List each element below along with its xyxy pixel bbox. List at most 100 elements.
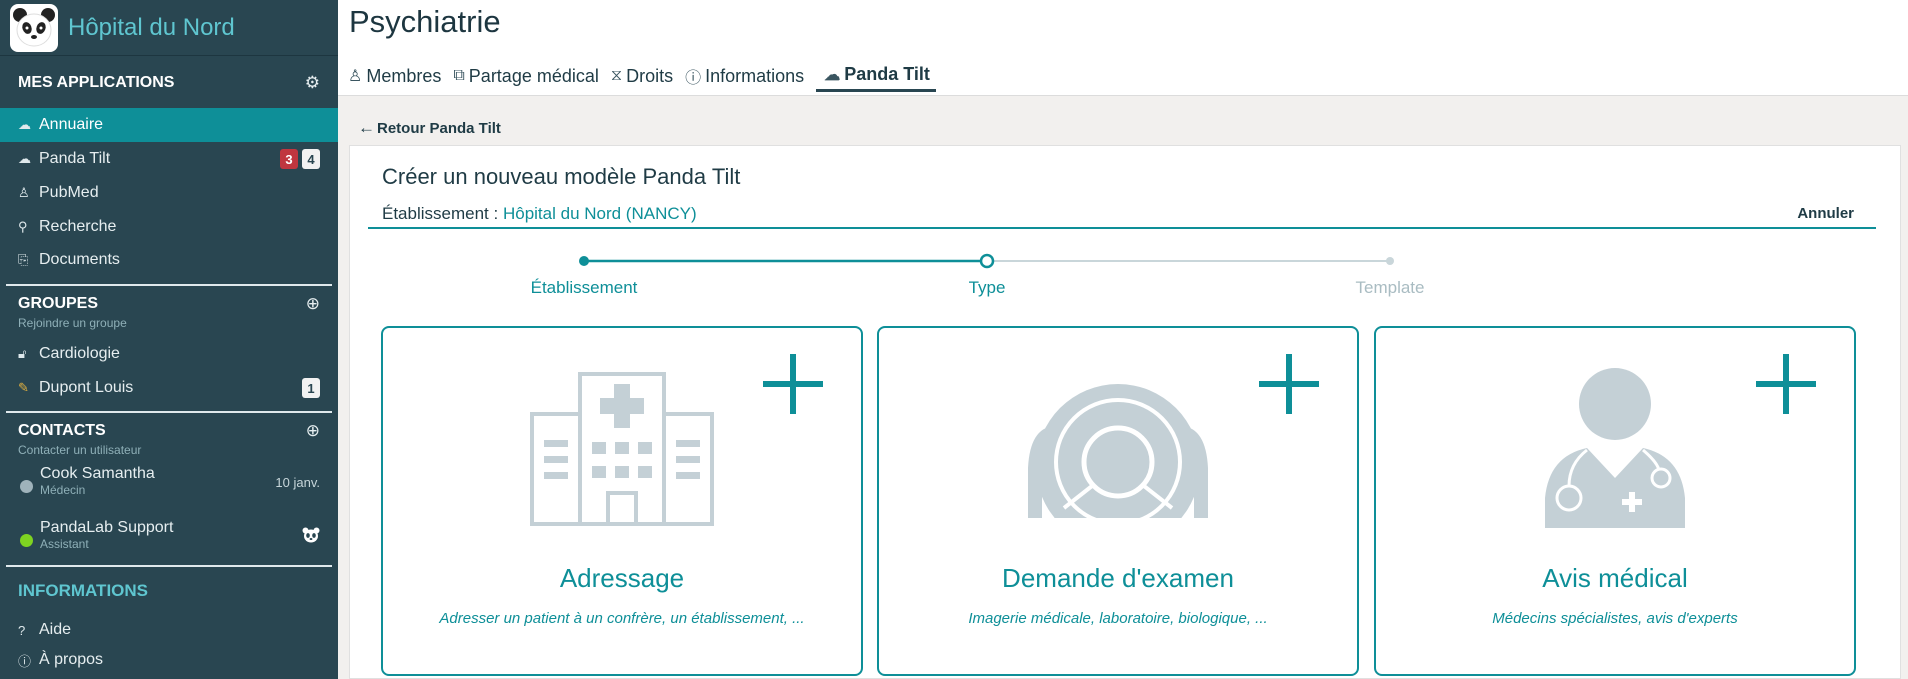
card-description: Adresser un patient à un confrère, un ét… [439, 610, 805, 627]
sidebar-item-label: À propos [39, 651, 104, 668]
sidebar-item-label: Documents [39, 251, 120, 268]
tab-informations[interactable]: ⓘ Informations [685, 60, 814, 92]
contact-role: Assistant [40, 537, 89, 551]
add-circle-icon[interactable]: ⊕ [306, 421, 320, 441]
step-label-type[interactable]: Type [969, 278, 1006, 298]
info-icon: ⓘ [685, 70, 702, 87]
sidebar-item-label: Recherche [39, 218, 117, 235]
tab-label: Droits [626, 65, 674, 86]
unread-badge: 3 [280, 149, 298, 169]
scanner-icon [1022, 384, 1214, 528]
contact-last-seen: 10 janv. [275, 475, 320, 490]
sidebar-item-pubmed[interactable]: ♙ PubMed [0, 176, 338, 210]
apps-header-label: MES APPLICATIONS [18, 74, 175, 91]
groups-header-label: GROUPES [18, 295, 99, 312]
panda-avatar-icon [302, 527, 320, 546]
hospital-building-icon [530, 372, 714, 526]
card-adressage[interactable]: Adressage Adresser un patient à un confr… [381, 326, 863, 676]
contact-name: PandaLab Support [40, 519, 174, 536]
contacts-sub[interactable]: Contacter un utilisateur [0, 443, 141, 457]
step-dot-etablissement[interactable] [579, 256, 589, 266]
sidebar-item-label: Panda Tilt [39, 150, 111, 167]
sidebar-divider [6, 284, 332, 286]
copy-icon: ⧉ [453, 67, 465, 84]
sidebar-item-documents[interactable]: ⎘ Documents [0, 243, 338, 277]
step-label-etablissement[interactable]: Établissement [531, 278, 638, 298]
tab-droits[interactable]: ⧖ Droits [611, 60, 683, 92]
cloud-icon: ☁ [18, 117, 31, 132]
contact-item-pandalab-support[interactable]: PandaLab Support Assistant [0, 517, 338, 563]
dna-icon: ⧖ [610, 67, 623, 84]
count-badge: 1 [302, 378, 320, 398]
tab-label: Partage médical [468, 65, 599, 86]
tab-label: Membres [366, 65, 442, 86]
sidebar-item-cardiologie[interactable]: 🔓︎ Cardiologie [0, 337, 338, 371]
sidebar-item-aide[interactable]: ? Aide [0, 615, 338, 645]
wizard-title: Créer un nouveau modèle Panda Tilt [382, 164, 741, 189]
sidebar-item-label: Aide [39, 621, 72, 638]
groups-header: GROUPES ⊕ [0, 294, 338, 314]
info-icon: ⓘ [18, 653, 32, 669]
tab-label: Informations [705, 65, 805, 86]
card-title: Adressage [559, 563, 685, 593]
tab-panda-tilt[interactable]: ☁ Panda Tilt [816, 60, 936, 92]
tab-partage-medical[interactable]: ⧉ Partage médical [453, 60, 609, 92]
brand[interactable]: Hôpital du Nord [0, 0, 338, 56]
gear-icon[interactable]: ⚙ [305, 73, 320, 93]
arrow-left-icon: ← [358, 118, 375, 137]
cloud-icon: ☁ [824, 66, 841, 84]
step-dot-template [1386, 257, 1394, 265]
plus-icon[interactable] [763, 354, 823, 414]
card-title: Demande d'examen [1002, 563, 1234, 593]
tab-bar: ♙ Membres ⧉ Partage médical ⧖ Droits ⓘ I… [348, 60, 938, 92]
apps-header: MES APPLICATIONS ⚙ [0, 73, 338, 93]
main-content: Psychiatrie ♙ Membres ⧉ Partage médical … [338, 0, 1908, 679]
card-description: Médecins spécialistes, avis d'experts [1492, 610, 1738, 627]
search-icon: ⚲ [18, 219, 28, 234]
sidebar-item-a-propos[interactable]: ⓘ À propos [0, 645, 338, 675]
contacts-header: CONTACTS ⊕ [0, 421, 338, 441]
plus-icon[interactable] [1756, 354, 1816, 414]
stepper [579, 253, 1394, 269]
page-header: Psychiatrie ♙ Membres ⧉ Partage médical … [338, 0, 1908, 96]
cancel-button[interactable]: Annuler [1797, 205, 1854, 222]
groups-sub[interactable]: Rejoindre un groupe [0, 316, 127, 330]
lock-icon: 🔓︎ [18, 346, 27, 361]
sidebar-item-dupont-louis[interactable]: ✎ Dupont Louis 1 [0, 371, 338, 405]
status-dot [20, 480, 33, 493]
sidebar-item-panda-tilt[interactable]: ☁ Panda Tilt 3 4 [0, 142, 338, 176]
question-icon: ? [18, 622, 26, 638]
card-avis-medical[interactable]: Avis médical Médecins spécialistes, avis… [1374, 326, 1856, 676]
status-dot [20, 534, 33, 547]
tab-label: Panda Tilt [844, 64, 930, 84]
sidebar-item-label: PubMed [39, 184, 99, 201]
sidebar-divider [6, 411, 332, 413]
step-dot-type[interactable] [979, 253, 995, 269]
etablissement-label: Établissement : [382, 204, 499, 223]
plus-icon[interactable] [1259, 354, 1319, 414]
contact-item-cook-samantha[interactable]: Cook Samantha Médecin 10 janv. [0, 463, 338, 509]
panda-logo-icon [10, 3, 58, 52]
contacts-header-label: CONTACTS [18, 422, 106, 439]
count-badge: 4 [302, 149, 320, 169]
back-link-label: Retour Panda Tilt [377, 119, 501, 137]
card-description: Imagerie médicale, laboratoire, biologiq… [968, 610, 1268, 627]
sidebar-item-annuaire[interactable]: ☁ Annuaire [0, 108, 338, 142]
back-link[interactable]: ← Retour Panda Tilt [358, 118, 501, 138]
sidebar-item-label: Dupont Louis [39, 379, 134, 396]
info-header: INFORMATIONS [18, 581, 149, 600]
card-title: Avis médical [1542, 563, 1688, 593]
sidebar-item-label: Cardiologie [39, 345, 120, 362]
users-icon: ♙ [348, 68, 363, 85]
card-demande-examen[interactable]: Demande d'examen Imagerie médicale, labo… [877, 326, 1359, 676]
header-divider [368, 227, 1876, 229]
wizard-panel: Créer un nouveau modèle Panda Tilt Établ… [349, 145, 1901, 679]
pencil-icon: ✎ [18, 380, 29, 395]
step-label-template: Template [1355, 278, 1425, 297]
tab-membres[interactable]: ♙ Membres [348, 60, 451, 92]
sidebar-item-recherche[interactable]: ⚲ Recherche [0, 210, 338, 244]
user-icon: ♙ [18, 185, 30, 200]
add-circle-icon[interactable]: ⊕ [306, 294, 320, 314]
etablissement-value: Hôpital du Nord (NANCY) [502, 204, 697, 223]
sidebar-divider [6, 565, 332, 567]
